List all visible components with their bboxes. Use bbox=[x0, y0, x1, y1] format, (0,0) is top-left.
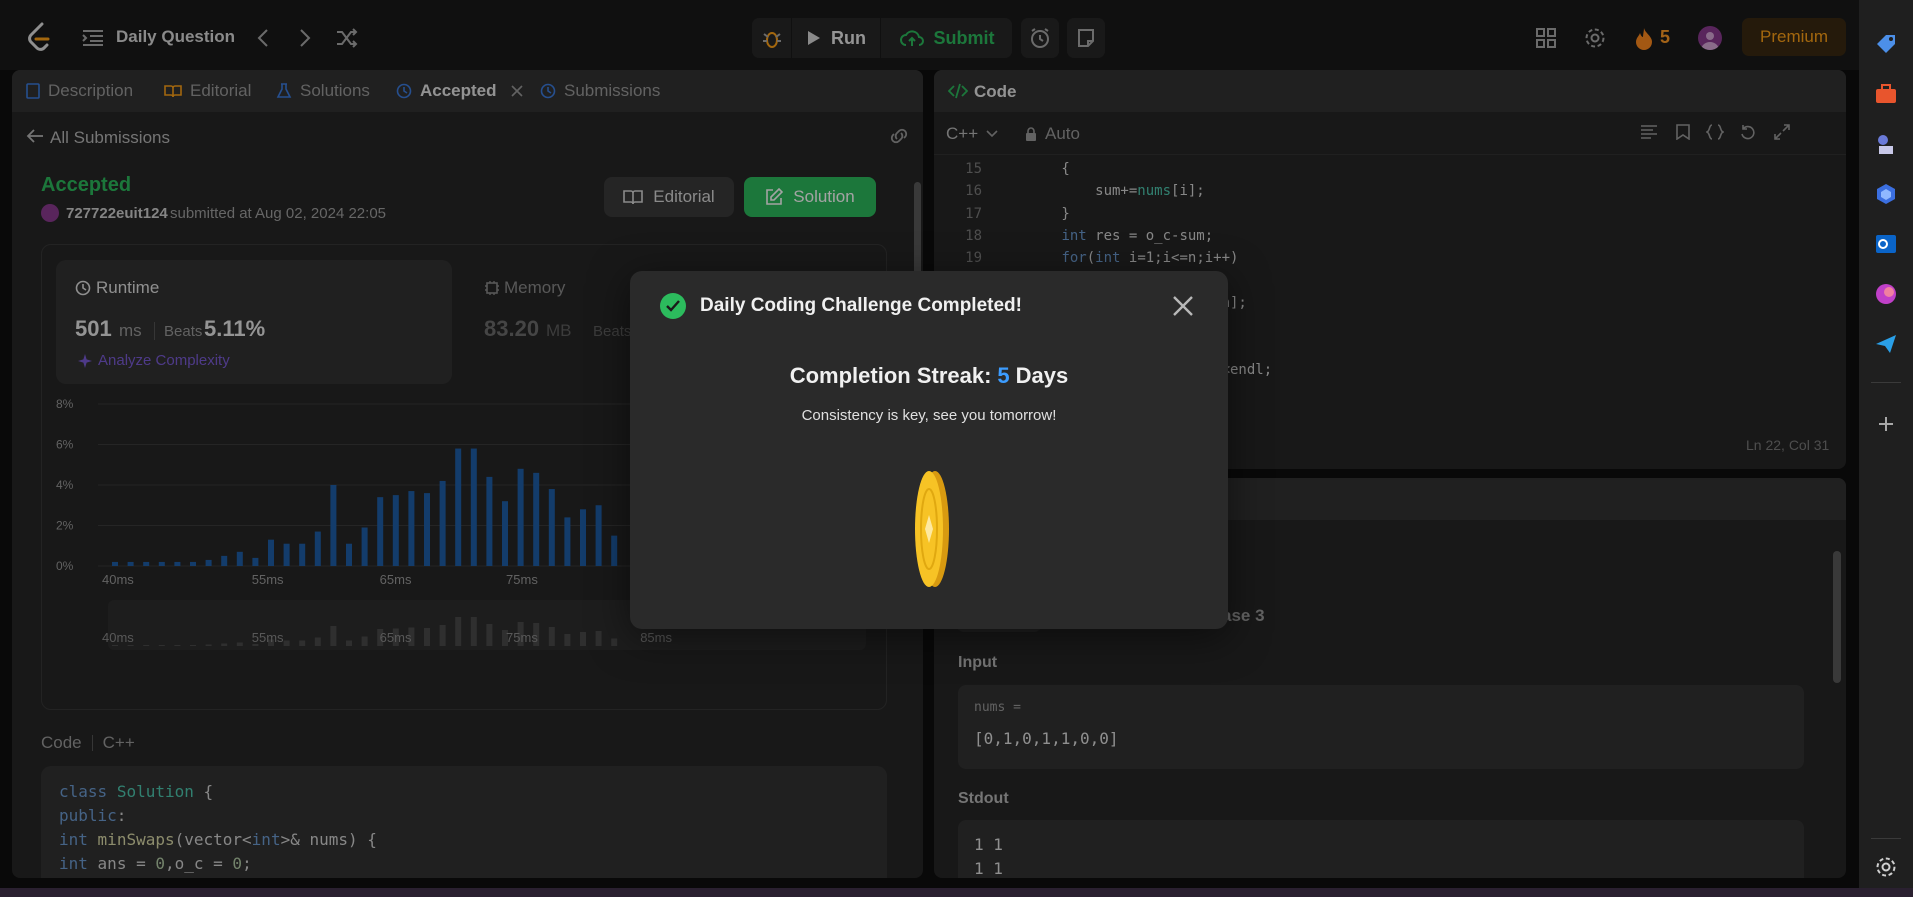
plus-icon[interactable] bbox=[1874, 412, 1898, 436]
tag-icon[interactable] bbox=[1874, 32, 1898, 56]
briefcase-icon[interactable] bbox=[1874, 82, 1898, 106]
modal-message: Consistency is key, see you tomorrow! bbox=[801, 407, 1057, 424]
chess-icon[interactable] bbox=[1874, 132, 1898, 156]
sidebar-divider bbox=[1871, 838, 1901, 839]
challenge-completed-modal: Daily Coding Challenge Completed! Comple… bbox=[630, 271, 1228, 629]
streak-prefix: Completion Streak: bbox=[789, 363, 992, 388]
completion-streak: Completion Streak: 5 Days bbox=[630, 363, 1228, 389]
browser-sidebar bbox=[1859, 0, 1913, 897]
designer-icon[interactable] bbox=[1874, 282, 1898, 306]
streak-value: 5 bbox=[997, 363, 1010, 388]
copilot-icon[interactable] bbox=[1874, 182, 1898, 206]
outlook-icon[interactable] bbox=[1874, 232, 1898, 256]
close-icon[interactable] bbox=[1170, 293, 1196, 319]
modal-title: Daily Coding Challenge Completed! bbox=[700, 295, 1022, 316]
coin-icon bbox=[915, 471, 949, 587]
check-circle-icon bbox=[660, 293, 686, 319]
streak-suffix: Days bbox=[1015, 363, 1069, 388]
sidebar-divider bbox=[1871, 382, 1901, 383]
window-bottom-edge bbox=[0, 888, 1913, 897]
send-icon[interactable] bbox=[1874, 332, 1898, 356]
gear-icon[interactable] bbox=[1874, 855, 1898, 879]
